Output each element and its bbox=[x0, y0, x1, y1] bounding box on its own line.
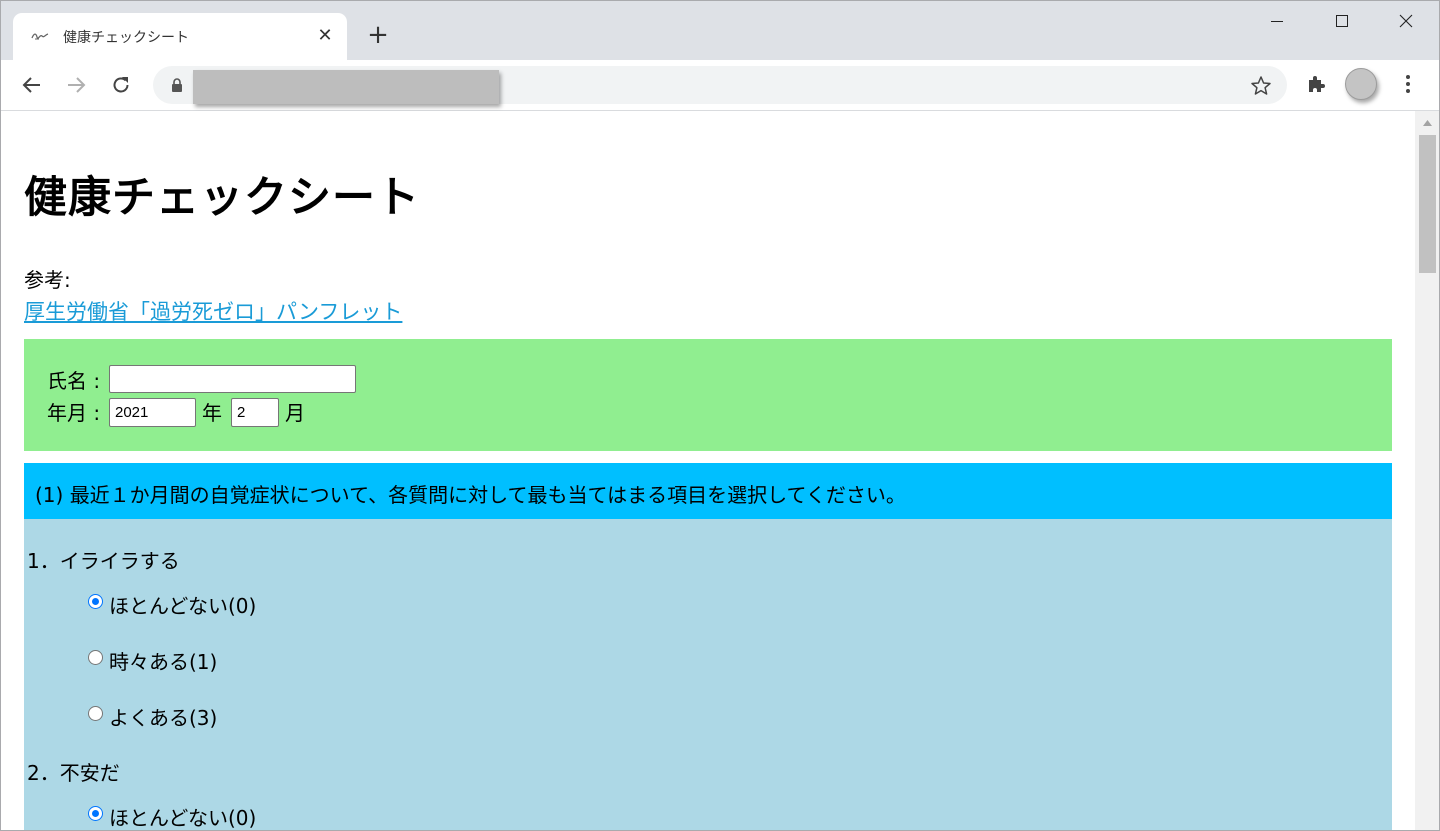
date-label: 年月 : bbox=[47, 401, 101, 425]
reload-icon bbox=[113, 77, 129, 93]
section-header-text: (1) 最近１か月間の自覚症状について、各質問に対して最も当てはまる項目を選択し… bbox=[35, 483, 906, 507]
minimize-button[interactable] bbox=[1254, 8, 1300, 34]
page-title: 健康チェックシート bbox=[24, 173, 420, 223]
arrow-left-icon bbox=[22, 77, 40, 93]
back-button[interactable] bbox=[19, 72, 45, 98]
reload-button[interactable] bbox=[108, 72, 134, 98]
month-input[interactable] bbox=[231, 398, 279, 427]
section-header: (1) 最近１か月間の自覚症状について、各質問に対して最も当てはまる項目を選択し… bbox=[24, 463, 1392, 519]
reference-link[interactable]: 厚生労働省「過労死ゼロ」パンフレット bbox=[24, 296, 402, 326]
address-bar[interactable] bbox=[153, 66, 1287, 104]
info-form-box: 氏名 : 年月 : 年 月 bbox=[24, 339, 1392, 451]
radio-button[interactable] bbox=[88, 650, 103, 665]
new-tab-button[interactable]: + bbox=[366, 22, 390, 48]
tab-strip: 健康チェックシート ✕ + bbox=[0, 0, 1440, 60]
name-input[interactable] bbox=[109, 365, 356, 393]
url-redacted bbox=[193, 70, 499, 104]
close-icon bbox=[1399, 14, 1413, 28]
page-viewport: 健康チェックシート 参考: 厚生労働省「過労死ゼロ」パンフレット 氏名 : 年月… bbox=[1, 111, 1415, 831]
puzzle-icon[interactable] bbox=[1305, 72, 1329, 96]
star-icon[interactable] bbox=[1250, 75, 1272, 97]
maximize-icon bbox=[1336, 15, 1348, 27]
browser-tab[interactable]: 健康チェックシート ✕ bbox=[13, 13, 347, 60]
minimize-icon bbox=[1271, 21, 1283, 22]
scroll-up-button[interactable] bbox=[1415, 111, 1440, 135]
favicon-icon bbox=[31, 33, 49, 40]
month-unit-label: 月 bbox=[285, 401, 305, 425]
tab-close-icon[interactable]: ✕ bbox=[315, 26, 335, 46]
question-area: 1．イライラする ほとんどない(0) 時々ある(1) よくある(3) 2．不安だ… bbox=[24, 519, 1392, 831]
option-label: ほとんどない(0) bbox=[109, 594, 257, 618]
forward-button[interactable] bbox=[63, 72, 89, 98]
maximize-button[interactable] bbox=[1319, 8, 1365, 34]
radio-button[interactable] bbox=[88, 594, 103, 609]
window-close-button[interactable] bbox=[1383, 8, 1429, 34]
question-irritated: 1．イライラする bbox=[27, 549, 180, 573]
option-label: 時々ある(1) bbox=[109, 650, 218, 674]
year-input[interactable] bbox=[109, 398, 196, 427]
option-label: ほとんどない(0) bbox=[109, 806, 257, 830]
triangle-up-icon bbox=[1423, 120, 1432, 126]
vertical-scrollbar[interactable] bbox=[1415, 111, 1440, 831]
option-label: よくある(3) bbox=[109, 706, 218, 730]
radio-button[interactable] bbox=[88, 806, 103, 821]
more-vert-icon[interactable] bbox=[1398, 73, 1418, 95]
year-unit-label: 年 bbox=[202, 401, 222, 425]
radio-button[interactable] bbox=[88, 706, 103, 721]
lock-icon bbox=[172, 78, 182, 92]
reference-label: 参考: bbox=[24, 268, 71, 292]
tab-title: 健康チェックシート bbox=[63, 30, 189, 46]
avatar[interactable] bbox=[1345, 68, 1377, 100]
browser-toolbar bbox=[0, 60, 1440, 111]
question-anxious: 2．不安だ bbox=[27, 761, 120, 785]
name-label: 氏名 : bbox=[47, 369, 101, 393]
scroll-thumb[interactable] bbox=[1419, 135, 1436, 273]
arrow-right-icon bbox=[68, 77, 86, 93]
